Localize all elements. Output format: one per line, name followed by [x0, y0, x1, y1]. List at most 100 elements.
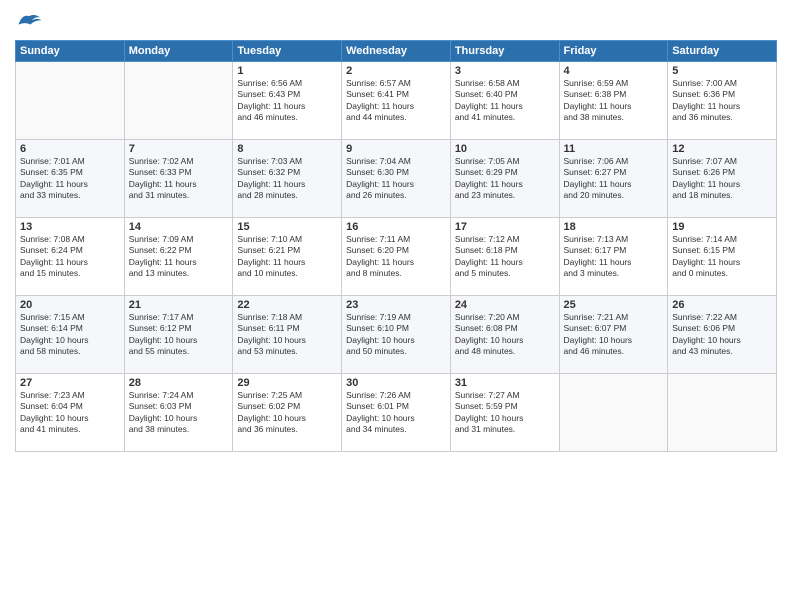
day-detail: Sunrise: 7:11 AM Sunset: 6:20 PM Dayligh… [346, 234, 446, 280]
day-number: 13 [20, 221, 120, 233]
calendar-cell: 12Sunrise: 7:07 AM Sunset: 6:26 PM Dayli… [668, 140, 777, 218]
col-header-thursday: Thursday [450, 41, 559, 62]
day-number: 28 [129, 377, 229, 389]
calendar-cell: 20Sunrise: 7:15 AM Sunset: 6:14 PM Dayli… [16, 296, 125, 374]
day-detail: Sunrise: 6:57 AM Sunset: 6:41 PM Dayligh… [346, 78, 446, 124]
day-detail: Sunrise: 7:02 AM Sunset: 6:33 PM Dayligh… [129, 156, 229, 202]
day-detail: Sunrise: 7:06 AM Sunset: 6:27 PM Dayligh… [564, 156, 664, 202]
calendar-cell: 21Sunrise: 7:17 AM Sunset: 6:12 PM Dayli… [124, 296, 233, 374]
day-number: 24 [455, 299, 555, 311]
day-number: 23 [346, 299, 446, 311]
day-detail: Sunrise: 7:10 AM Sunset: 6:21 PM Dayligh… [237, 234, 337, 280]
col-header-saturday: Saturday [668, 41, 777, 62]
day-detail: Sunrise: 7:27 AM Sunset: 5:59 PM Dayligh… [455, 390, 555, 436]
calendar-cell: 30Sunrise: 7:26 AM Sunset: 6:01 PM Dayli… [342, 374, 451, 452]
week-row-4: 20Sunrise: 7:15 AM Sunset: 6:14 PM Dayli… [16, 296, 777, 374]
day-number: 27 [20, 377, 120, 389]
calendar-cell: 5Sunrise: 7:00 AM Sunset: 6:36 PM Daylig… [668, 62, 777, 140]
calendar-cell: 28Sunrise: 7:24 AM Sunset: 6:03 PM Dayli… [124, 374, 233, 452]
calendar-cell: 22Sunrise: 7:18 AM Sunset: 6:11 PM Dayli… [233, 296, 342, 374]
day-detail: Sunrise: 6:58 AM Sunset: 6:40 PM Dayligh… [455, 78, 555, 124]
day-detail: Sunrise: 7:26 AM Sunset: 6:01 PM Dayligh… [346, 390, 446, 436]
day-detail: Sunrise: 7:25 AM Sunset: 6:02 PM Dayligh… [237, 390, 337, 436]
calendar-cell [668, 374, 777, 452]
header [15, 10, 777, 32]
day-detail: Sunrise: 7:01 AM Sunset: 6:35 PM Dayligh… [20, 156, 120, 202]
day-number: 4 [564, 65, 664, 77]
week-row-1: 1Sunrise: 6:56 AM Sunset: 6:43 PM Daylig… [16, 62, 777, 140]
calendar-cell: 11Sunrise: 7:06 AM Sunset: 6:27 PM Dayli… [559, 140, 668, 218]
day-number: 25 [564, 299, 664, 311]
day-number: 14 [129, 221, 229, 233]
day-detail: Sunrise: 7:04 AM Sunset: 6:30 PM Dayligh… [346, 156, 446, 202]
day-number: 12 [672, 143, 772, 155]
day-number: 20 [20, 299, 120, 311]
calendar-cell: 24Sunrise: 7:20 AM Sunset: 6:08 PM Dayli… [450, 296, 559, 374]
calendar-cell: 16Sunrise: 7:11 AM Sunset: 6:20 PM Dayli… [342, 218, 451, 296]
calendar-cell [16, 62, 125, 140]
day-number: 6 [20, 143, 120, 155]
day-number: 1 [237, 65, 337, 77]
calendar-cell: 13Sunrise: 7:08 AM Sunset: 6:24 PM Dayli… [16, 218, 125, 296]
calendar-cell: 17Sunrise: 7:12 AM Sunset: 6:18 PM Dayli… [450, 218, 559, 296]
calendar-cell: 26Sunrise: 7:22 AM Sunset: 6:06 PM Dayli… [668, 296, 777, 374]
day-number: 18 [564, 221, 664, 233]
col-header-wednesday: Wednesday [342, 41, 451, 62]
day-detail: Sunrise: 7:18 AM Sunset: 6:11 PM Dayligh… [237, 312, 337, 358]
header-row: SundayMondayTuesdayWednesdayThursdayFrid… [16, 41, 777, 62]
calendar-cell: 18Sunrise: 7:13 AM Sunset: 6:17 PM Dayli… [559, 218, 668, 296]
day-detail: Sunrise: 7:07 AM Sunset: 6:26 PM Dayligh… [672, 156, 772, 202]
day-detail: Sunrise: 7:03 AM Sunset: 6:32 PM Dayligh… [237, 156, 337, 202]
day-number: 19 [672, 221, 772, 233]
calendar-cell: 3Sunrise: 6:58 AM Sunset: 6:40 PM Daylig… [450, 62, 559, 140]
day-detail: Sunrise: 7:14 AM Sunset: 6:15 PM Dayligh… [672, 234, 772, 280]
day-number: 9 [346, 143, 446, 155]
col-header-tuesday: Tuesday [233, 41, 342, 62]
day-number: 21 [129, 299, 229, 311]
day-detail: Sunrise: 6:59 AM Sunset: 6:38 PM Dayligh… [564, 78, 664, 124]
calendar-page: SundayMondayTuesdayWednesdayThursdayFrid… [0, 0, 792, 612]
day-number: 15 [237, 221, 337, 233]
calendar-cell: 23Sunrise: 7:19 AM Sunset: 6:10 PM Dayli… [342, 296, 451, 374]
calendar-cell: 15Sunrise: 7:10 AM Sunset: 6:21 PM Dayli… [233, 218, 342, 296]
day-number: 2 [346, 65, 446, 77]
calendar-cell: 31Sunrise: 7:27 AM Sunset: 5:59 PM Dayli… [450, 374, 559, 452]
day-number: 10 [455, 143, 555, 155]
day-detail: Sunrise: 7:12 AM Sunset: 6:18 PM Dayligh… [455, 234, 555, 280]
col-header-sunday: Sunday [16, 41, 125, 62]
calendar-cell: 2Sunrise: 6:57 AM Sunset: 6:41 PM Daylig… [342, 62, 451, 140]
day-number: 16 [346, 221, 446, 233]
day-detail: Sunrise: 7:20 AM Sunset: 6:08 PM Dayligh… [455, 312, 555, 358]
day-number: 31 [455, 377, 555, 389]
day-detail: Sunrise: 7:22 AM Sunset: 6:06 PM Dayligh… [672, 312, 772, 358]
day-number: 7 [129, 143, 229, 155]
calendar-cell [124, 62, 233, 140]
calendar-cell: 29Sunrise: 7:25 AM Sunset: 6:02 PM Dayli… [233, 374, 342, 452]
day-detail: Sunrise: 7:13 AM Sunset: 6:17 PM Dayligh… [564, 234, 664, 280]
day-number: 8 [237, 143, 337, 155]
day-detail: Sunrise: 7:19 AM Sunset: 6:10 PM Dayligh… [346, 312, 446, 358]
day-detail: Sunrise: 7:08 AM Sunset: 6:24 PM Dayligh… [20, 234, 120, 280]
day-number: 22 [237, 299, 337, 311]
day-detail: Sunrise: 7:17 AM Sunset: 6:12 PM Dayligh… [129, 312, 229, 358]
calendar-cell [559, 374, 668, 452]
day-number: 26 [672, 299, 772, 311]
day-number: 3 [455, 65, 555, 77]
calendar-cell: 10Sunrise: 7:05 AM Sunset: 6:29 PM Dayli… [450, 140, 559, 218]
week-row-3: 13Sunrise: 7:08 AM Sunset: 6:24 PM Dayli… [16, 218, 777, 296]
col-header-monday: Monday [124, 41, 233, 62]
week-row-5: 27Sunrise: 7:23 AM Sunset: 6:04 PM Dayli… [16, 374, 777, 452]
calendar-cell: 14Sunrise: 7:09 AM Sunset: 6:22 PM Dayli… [124, 218, 233, 296]
calendar-cell: 19Sunrise: 7:14 AM Sunset: 6:15 PM Dayli… [668, 218, 777, 296]
day-number: 29 [237, 377, 337, 389]
day-number: 30 [346, 377, 446, 389]
calendar-cell: 4Sunrise: 6:59 AM Sunset: 6:38 PM Daylig… [559, 62, 668, 140]
week-row-2: 6Sunrise: 7:01 AM Sunset: 6:35 PM Daylig… [16, 140, 777, 218]
day-detail: Sunrise: 7:15 AM Sunset: 6:14 PM Dayligh… [20, 312, 120, 358]
calendar-cell: 1Sunrise: 6:56 AM Sunset: 6:43 PM Daylig… [233, 62, 342, 140]
calendar-cell: 9Sunrise: 7:04 AM Sunset: 6:30 PM Daylig… [342, 140, 451, 218]
day-detail: Sunrise: 7:24 AM Sunset: 6:03 PM Dayligh… [129, 390, 229, 436]
logo-icon [15, 10, 43, 32]
logo [15, 10, 47, 32]
calendar-cell: 6Sunrise: 7:01 AM Sunset: 6:35 PM Daylig… [16, 140, 125, 218]
